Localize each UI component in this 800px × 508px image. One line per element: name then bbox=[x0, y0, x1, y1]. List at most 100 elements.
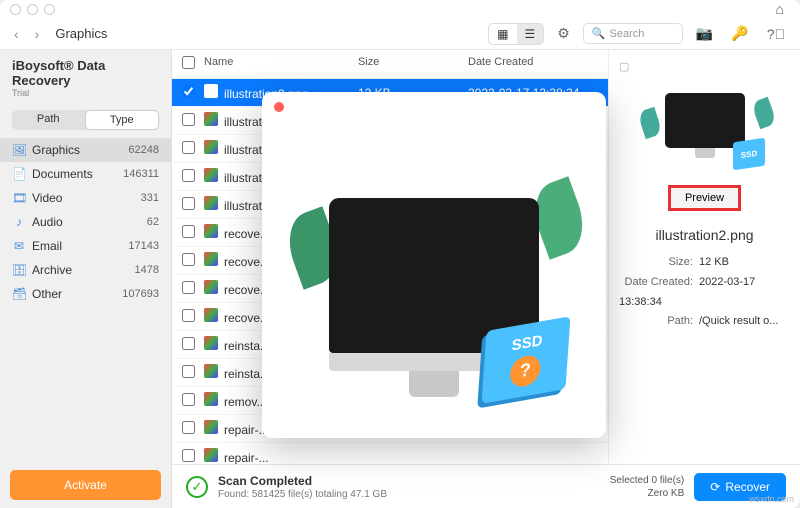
file-icon bbox=[204, 112, 218, 126]
meta-value: 12 KB bbox=[699, 256, 729, 268]
preview-filename: illustration2.png bbox=[655, 227, 753, 243]
category-name: Documents bbox=[32, 167, 117, 181]
file-icon bbox=[204, 336, 218, 350]
select-all-checkbox[interactable] bbox=[182, 56, 195, 69]
list-headers: Name Size Date Created bbox=[172, 50, 608, 79]
category-name: Graphics bbox=[32, 143, 122, 157]
category-name: Video bbox=[32, 191, 135, 205]
sidebar-item-email[interactable]: ✉Email17143 bbox=[0, 234, 171, 258]
category-count: 62248 bbox=[128, 144, 159, 156]
row-checkbox[interactable] bbox=[182, 85, 195, 98]
row-checkbox[interactable] bbox=[182, 449, 195, 462]
row-checkbox[interactable] bbox=[182, 197, 195, 210]
app-subtitle: Trial bbox=[0, 88, 171, 106]
meta-key: Path: bbox=[619, 312, 693, 332]
breadcrumb: Graphics bbox=[55, 26, 107, 41]
filter-icon[interactable]: ⚙ bbox=[552, 23, 575, 44]
list-view-icon[interactable]: ☰ bbox=[517, 24, 544, 44]
close-dot[interactable] bbox=[10, 4, 21, 15]
sidebar-item-archive[interactable]: 🗄Archive1478 bbox=[0, 258, 171, 282]
sidebar-segment[interactable]: Path Type bbox=[12, 110, 159, 130]
row-checkbox[interactable] bbox=[182, 113, 195, 126]
category-icon: 📄 bbox=[12, 167, 26, 181]
seg-type[interactable]: Type bbox=[85, 110, 160, 130]
camera-icon[interactable]: 📷 bbox=[691, 23, 718, 44]
file-icon bbox=[204, 168, 218, 182]
preview-thumbnail: SSD bbox=[635, 85, 775, 173]
row-checkbox[interactable] bbox=[182, 141, 195, 154]
file-icon bbox=[204, 140, 218, 154]
header-size[interactable]: Size bbox=[358, 56, 468, 72]
preview-panel: ▢ SSD Preview illustration2.png Size:12 … bbox=[608, 50, 800, 464]
nav-back[interactable]: ‹ bbox=[10, 24, 23, 44]
row-checkbox[interactable] bbox=[182, 393, 195, 406]
help-icon[interactable]: ?⃝ bbox=[762, 24, 790, 44]
category-icon: 🗄 bbox=[12, 263, 26, 277]
row-checkbox[interactable] bbox=[182, 309, 195, 322]
sidebar: iBoysoft® Data Recovery Trial Path Type … bbox=[0, 50, 172, 508]
category-count: 331 bbox=[141, 192, 159, 204]
meta-key: Date Created: bbox=[619, 273, 693, 293]
file-icon bbox=[204, 392, 218, 406]
category-icon: 🗃 bbox=[12, 287, 26, 301]
app-title: iBoysoft® Data Recovery bbox=[0, 54, 171, 88]
category-name: Other bbox=[32, 287, 116, 301]
meta-row: Path: /Quick result o... bbox=[619, 312, 790, 332]
row-checkbox[interactable] bbox=[182, 337, 195, 350]
activate-button[interactable]: Activate bbox=[10, 470, 161, 500]
sidebar-item-audio[interactable]: ♪Audio62 bbox=[0, 210, 171, 234]
category-icon: ♪ bbox=[12, 215, 26, 229]
row-checkbox[interactable] bbox=[182, 281, 195, 294]
popup-artwork: SSD ? bbox=[272, 122, 596, 428]
category-icon: 🖼 bbox=[12, 143, 26, 157]
category-count: 146311 bbox=[123, 168, 159, 180]
category-count: 17143 bbox=[128, 240, 159, 252]
row-checkbox[interactable] bbox=[182, 421, 195, 434]
key-icon[interactable]: 🔑 bbox=[726, 23, 753, 44]
watermark: wsxdn.com bbox=[749, 494, 794, 504]
file-icon bbox=[204, 280, 218, 294]
grid-view-icon[interactable]: ▦ bbox=[489, 24, 516, 44]
header-date[interactable]: Date Created bbox=[468, 56, 598, 72]
meta-row: Size:12 KB bbox=[619, 253, 790, 273]
minimize-dot[interactable] bbox=[27, 4, 38, 15]
header-name[interactable]: Name bbox=[204, 56, 358, 72]
category-count: 107693 bbox=[122, 288, 159, 300]
sidebar-item-documents[interactable]: 📄 Documents 146311 bbox=[0, 162, 171, 186]
status-title: Scan Completed bbox=[218, 474, 600, 488]
row-checkbox[interactable] bbox=[182, 169, 195, 182]
category-count: 62 bbox=[147, 216, 159, 228]
row-checkbox[interactable] bbox=[182, 225, 195, 238]
nav-forward[interactable]: › bbox=[31, 24, 44, 44]
preview-popup[interactable]: SSD ? bbox=[262, 92, 606, 438]
sidebar-item-video[interactable]: 🎞 Video 331 bbox=[0, 186, 171, 210]
file-name: remov... bbox=[224, 395, 266, 409]
search-input[interactable]: 🔍 Search bbox=[583, 23, 683, 44]
category-count: 1478 bbox=[135, 264, 159, 276]
file-name: repair-... bbox=[224, 451, 269, 464]
file-icon bbox=[204, 448, 218, 462]
popup-close-dot[interactable] bbox=[274, 102, 284, 112]
file-icon bbox=[204, 420, 218, 434]
home-icon[interactable]: ⌂ bbox=[776, 1, 784, 17]
table-row[interactable]: repair-... bbox=[172, 443, 608, 464]
file-icon bbox=[204, 224, 218, 238]
seg-path[interactable]: Path bbox=[12, 110, 85, 130]
file-icon bbox=[204, 308, 218, 322]
category-name: Email bbox=[32, 239, 122, 253]
panel-toggle-icon[interactable]: ▢ bbox=[619, 60, 629, 73]
toolbar: ‹ › Graphics ▦ ☰ ⚙ 🔍 Search 📷 🔑 ?⃝ bbox=[0, 18, 800, 50]
status-detail: Found: 581425 file(s) totaling 47.1 GB bbox=[218, 489, 387, 500]
meta-value: /Quick result o... bbox=[699, 315, 778, 327]
file-icon bbox=[204, 252, 218, 266]
category-icon: 🎞 bbox=[12, 191, 26, 205]
row-checkbox[interactable] bbox=[182, 253, 195, 266]
question-icon: ? bbox=[509, 353, 541, 389]
view-toggle[interactable]: ▦ ☰ bbox=[488, 23, 544, 45]
sidebar-item-graphics[interactable]: 🖼 Graphics 62248 bbox=[0, 138, 171, 162]
sidebar-item-other[interactable]: 🗃 Other 107693 bbox=[0, 282, 171, 306]
zoom-dot[interactable] bbox=[44, 4, 55, 15]
check-icon: ✓ bbox=[186, 476, 208, 498]
preview-button[interactable]: Preview bbox=[668, 185, 741, 211]
row-checkbox[interactable] bbox=[182, 365, 195, 378]
